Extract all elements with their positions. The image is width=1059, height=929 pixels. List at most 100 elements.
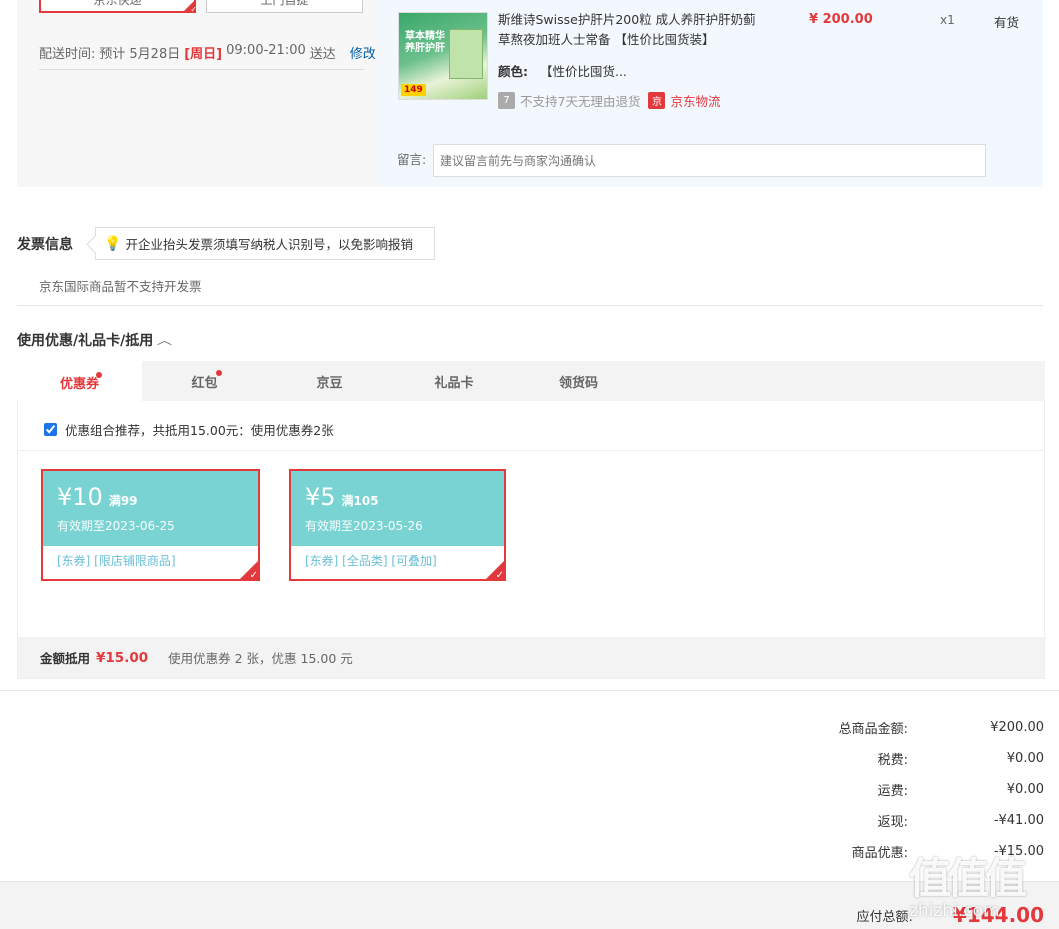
shipping-option-jd-express[interactable]: 京东快递 (39, 0, 197, 14)
tab-label: 京豆 (316, 375, 343, 391)
coupon-tags: [东券] [全品类] [可叠加] (305, 554, 437, 568)
total-value: -¥41.00 (993, 813, 1044, 828)
total-label: 商品优惠: (851, 846, 908, 861)
total-label: 返现: (877, 815, 908, 830)
color-label: 颜色: (498, 64, 528, 79)
total-value: ¥200.00 (990, 720, 1044, 735)
total-row: 返现: -¥41.00 (784, 805, 1044, 836)
coupon-section-toggle[interactable]: 使用优惠/礼品卡/抵用 ︿ (17, 330, 173, 350)
color-value: 【性价比囤货... (539, 64, 627, 79)
summary-text: 使用优惠券 2 张，优惠 15.00 元 (168, 651, 353, 666)
no-return-icon: 7 (498, 92, 515, 109)
selected-check-icon: ✓ (238, 559, 260, 581)
summary-label: 金额抵用 (40, 651, 91, 666)
delivery-window: 09:00-21:00 (226, 43, 306, 58)
tab-red-packets[interactable]: 红包 (142, 361, 267, 401)
coupon-card-top: ¥5 满105 有效期至2023-05-26 (291, 471, 504, 546)
jd-logistics-text: 京东物流 (670, 94, 721, 109)
product-stock: 有货 (994, 15, 1020, 30)
invoice-tip: 💡 开企业抬头发票须填写纳税人识别号，以免影响报销 (95, 227, 435, 260)
coupon-tabs: 优惠券 红包 京豆 礼品卡 领货码 (17, 361, 1045, 401)
payable-bar: 应付总额: ¥144.00 (0, 881, 1059, 929)
coupon-expiry: 有效期至2023-05-26 (305, 519, 423, 533)
product-price: ¥ 200.00 (809, 12, 873, 27)
coupon-expiry: 有效期至2023-06-25 (57, 519, 175, 533)
product-item: 草本精华 养肝护肝 149 斯维诗Swisse护肝片200粒 成人养肝护肝奶蓟草… (377, 0, 1043, 187)
product-title[interactable]: 斯维诗Swisse护肝片200粒 成人养肝护肝奶蓟草熬夜加班人士常备 【性价比囤… (498, 10, 768, 50)
shipping-panel: 京东快递 上门自提 配送时间: 预计 5月28日[周日] 09:00-21:00… (17, 0, 1043, 187)
recommend-checkbox[interactable] (44, 423, 57, 436)
product-image-text: 草本精华 养肝护肝 (405, 31, 445, 54)
memo-label: 留言: (397, 152, 427, 167)
delivery-date: 5月28日 (129, 47, 181, 62)
red-dot-icon (96, 372, 102, 378)
bottle-graphic (449, 29, 483, 79)
product-service-tags: 7 不支持7天无理由退货 京 京东物流 (498, 91, 720, 110)
coupon-card[interactable]: ¥5 满105 有效期至2023-05-26 [东券] [全品类] [可叠加] … (289, 469, 506, 581)
total-row: 总商品金额: ¥200.00 (784, 712, 1044, 743)
tab-label: 礼品卡 (434, 375, 474, 391)
tab-jd-beans[interactable]: 京豆 (267, 361, 392, 401)
recommend-combo[interactable]: 优惠组合推荐，共抵用15.00元：使用优惠券2张 (44, 420, 334, 439)
selected-check-icon: ✓ (484, 559, 506, 581)
red-dot-icon (216, 370, 222, 376)
memo-input[interactable] (433, 144, 986, 177)
total-label: 总商品金额: (838, 722, 908, 737)
total-row: 税费: ¥0.00 (784, 743, 1044, 774)
divider (17, 305, 1043, 306)
total-label: 税费: (877, 753, 908, 768)
total-value: ¥0.00 (1006, 782, 1044, 797)
product-image-badge: 149 (401, 84, 426, 96)
coupon-amount-row: ¥5 满105 (305, 483, 504, 511)
total-label: 运费: (877, 784, 908, 799)
payable-value: ¥144.00 (952, 903, 1044, 927)
delivery-time: 配送时间: 预计 5月28日 [周日] 09:00-21:00 送达 修改 (39, 43, 376, 62)
coupon-amount: ¥10 (57, 483, 103, 511)
product-color: 颜色: 【性价比囤货... (498, 61, 627, 80)
order-totals: 总商品金额: ¥200.00 税费: ¥0.00 运费: ¥0.00 返现: -… (784, 712, 1044, 867)
shipping-option-pickup[interactable]: 上门自提 (206, 0, 363, 13)
total-value: ¥0.00 (1006, 751, 1044, 766)
product-image[interactable]: 草本精华 养肝护肝 149 (398, 12, 488, 100)
payable-total: 应付总额: ¥144.00 (857, 903, 1044, 927)
tab-coupons[interactable]: 优惠券 (17, 361, 142, 401)
chevron-up-icon: ︿ (157, 334, 173, 347)
jd-logistics-icon: 京 (648, 92, 666, 109)
payable-label: 应付总额: (856, 909, 913, 925)
delivery-weekday: [周日] (184, 47, 223, 62)
coupon-card-top: ¥10 满99 有效期至2023-06-25 (43, 471, 258, 546)
divider (0, 690, 1059, 691)
tab-label: 优惠券 (59, 376, 99, 392)
delivery-label: 配送时间: (39, 47, 96, 62)
lightbulb-icon: 💡 (104, 235, 122, 252)
invoice-title: 发票信息 (17, 237, 73, 253)
tab-gift-cards[interactable]: 礼品卡 (392, 361, 516, 401)
total-value: -¥15.00 (993, 844, 1044, 859)
tab-label: 领货码 (558, 375, 598, 391)
total-row: 运费: ¥0.00 (784, 774, 1044, 805)
coupon-condition: 满105 (341, 494, 379, 508)
delivery-expect: 预计 (99, 47, 126, 62)
no-return-text: 不支持7天无理由退货 (520, 94, 641, 109)
coupon-amount-row: ¥10 满99 (57, 483, 258, 511)
coupon-summary: 金额抵用 ¥15.00 使用优惠券 2 张，优惠 15.00 元 (18, 637, 1044, 678)
tab-label: 红包 (191, 375, 218, 391)
coupon-card[interactable]: ¥10 满99 有效期至2023-06-25 [东券] [限店铺限商品] ✓ (41, 469, 260, 581)
coupon-tab-panel: 优惠组合推荐，共抵用15.00元：使用优惠券2张 ¥10 满99 有效期至202… (17, 401, 1045, 679)
modify-delivery-link[interactable]: 修改 (350, 43, 376, 62)
invoice-tip-text: 开企业抬头发票须填写纳税人识别号，以免影响报销 (125, 237, 413, 252)
invoice-note: 京东国际商品暂不支持开发票 (39, 279, 202, 294)
coupon-condition: 满99 (108, 494, 138, 508)
total-row: 商品优惠: -¥15.00 (784, 836, 1044, 867)
coupon-section-title: 使用优惠/礼品卡/抵用 (17, 333, 154, 349)
coupon-amount: ¥5 (305, 483, 336, 511)
divider (18, 450, 1044, 451)
shipping-option-label: 上门自提 (260, 0, 309, 7)
summary-amount: ¥15.00 (96, 649, 149, 666)
delivery-suffix: 送达 (309, 47, 336, 62)
product-quantity: x1 (940, 13, 955, 27)
recommend-text: 优惠组合推荐，共抵用15.00元：使用优惠券2张 (65, 423, 334, 438)
tab-redeem-code[interactable]: 领货码 (516, 361, 641, 401)
coupon-tags: [东券] [限店铺限商品] (57, 554, 176, 568)
shipping-option-label: 京东快递 (93, 0, 142, 7)
